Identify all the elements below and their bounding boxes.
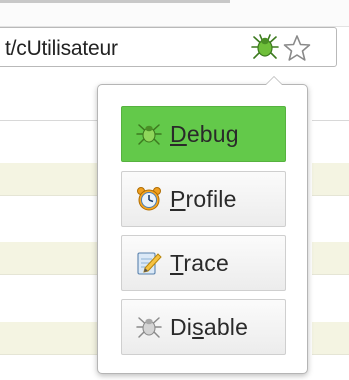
menu-item-trace[interactable]: Trace — [121, 235, 286, 291]
menu-item-disable[interactable]: Disable — [121, 299, 286, 355]
table-row — [312, 242, 349, 275]
menu-item-debug[interactable]: Debug — [121, 106, 286, 162]
gray-bug-icon — [136, 317, 162, 338]
bug-icon — [136, 124, 162, 145]
menu-item-label: Disable — [170, 313, 249, 340]
menu-item-profile[interactable]: Profile — [121, 171, 286, 227]
firebug-popup-menu: Debug Profile Trace Disable — [97, 76, 308, 374]
table-row — [0, 163, 100, 196]
menu-item-label: Profile — [170, 185, 237, 212]
bookmark-star-icon[interactable] — [283, 34, 311, 62]
url-text[interactable]: t/cUtilisateur — [5, 37, 118, 61]
table-row — [0, 322, 100, 355]
browser-toolbar-top — [0, 0, 349, 27]
table-row — [312, 322, 349, 355]
table-row-divider — [312, 120, 349, 121]
table-row-divider — [0, 120, 100, 121]
menu-item-label: Trace — [170, 249, 229, 276]
table-row — [0, 242, 100, 275]
notepad-pencil-icon — [137, 252, 162, 275]
toolbar-edge — [0, 0, 230, 3]
table-row — [312, 163, 349, 196]
alarm-clock-icon — [137, 187, 161, 211]
firebug-bug-icon[interactable] — [250, 33, 280, 61]
popup-arrow — [265, 76, 283, 85]
address-bar[interactable]: t/cUtilisateur — [0, 27, 337, 67]
menu-item-label: Debug — [170, 120, 239, 147]
